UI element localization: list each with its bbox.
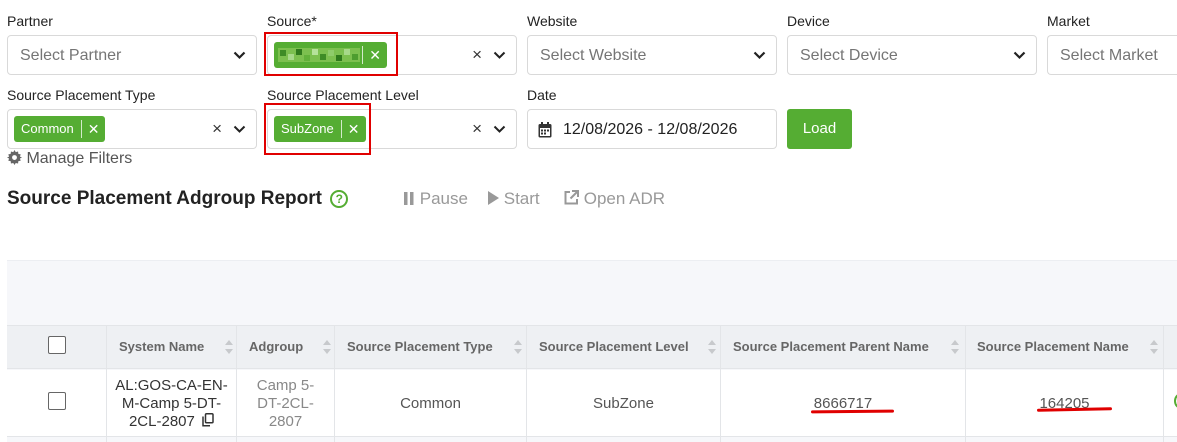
chevron-down-icon[interactable] — [493, 125, 506, 134]
cell-placement-level: SubZone — [593, 395, 654, 412]
cell-placement-type: Common — [400, 395, 461, 412]
load-button[interactable]: Load — [787, 109, 852, 149]
external-link-icon — [564, 190, 579, 205]
date-range-value: 12/08/2026 - 12/08/2026 — [563, 121, 738, 138]
start-button[interactable]: Start — [488, 189, 540, 209]
row-checkbox[interactable] — [48, 392, 66, 410]
start-label: Start — [503, 189, 540, 208]
adgroup-line: 2807 — [268, 413, 303, 430]
sort-icon[interactable] — [225, 340, 233, 354]
clear-icon[interactable]: × — [212, 120, 222, 138]
pause-icon — [404, 192, 414, 205]
help-icon[interactable]: ? — [330, 190, 349, 208]
sort-icon[interactable] — [708, 340, 716, 354]
sort-icon[interactable] — [951, 340, 959, 354]
device-select[interactable]: Select Device — [787, 35, 1037, 75]
tag-remove-icon[interactable]: ✕ — [80, 120, 106, 138]
placement-level-label: Source Placement Level — [267, 87, 419, 103]
adgroup-line: Camp 5- — [256, 377, 315, 394]
play-icon — [488, 191, 499, 205]
market-placeholder: Select Market — [1060, 47, 1158, 64]
system-name-line: M-Camp 5-DT- — [121, 395, 222, 412]
column-header-parent-name[interactable]: Source Placement Parent Name — [733, 325, 929, 369]
clear-icon[interactable]: × — [472, 46, 482, 64]
placement-type-tag-text: Common — [21, 121, 74, 136]
website-placeholder: Select Website — [540, 47, 647, 64]
chevron-down-icon[interactable] — [1013, 51, 1026, 60]
pause-button[interactable]: Pause — [404, 189, 468, 209]
report-title: Source Placement Adgroup Report ? — [7, 188, 349, 210]
column-header-placement-name[interactable]: Source Placement Name — [977, 325, 1129, 369]
sort-icon[interactable] — [514, 340, 522, 354]
sort-icon[interactable] — [1150, 340, 1158, 354]
source-highlight-box — [264, 32, 398, 76]
column-header-placement-type[interactable]: Source Placement Type — [347, 325, 493, 369]
cell-system-name: AL:GOS-CA-EN- M-Camp 5-DT- 2CL-2807 — [107, 377, 236, 431]
partner-select[interactable]: Select Partner — [7, 35, 257, 75]
system-name-line: 2CL-2807 — [107, 413, 236, 431]
website-select[interactable]: Select Website — [527, 35, 777, 75]
column-header-placement-level[interactable]: Source Placement Level — [539, 325, 689, 369]
open-adr-button[interactable]: Open ADR — [564, 189, 665, 209]
date-label: Date — [527, 87, 557, 103]
calendar-icon — [538, 122, 552, 138]
date-range-input[interactable]: 12/08/2026 - 12/08/2026 — [527, 109, 777, 149]
placement-type-tag: Common ✕ — [14, 116, 106, 142]
manage-filters-label: Manage Filters — [26, 150, 133, 167]
chevron-down-icon[interactable] — [753, 51, 766, 60]
copy-icon[interactable] — [202, 413, 214, 427]
clear-icon[interactable]: × — [472, 120, 482, 138]
chevron-down-icon[interactable] — [233, 51, 246, 60]
device-label: Device — [787, 13, 830, 29]
manage-filters-link[interactable]: Manage Filters — [7, 150, 132, 168]
partner-label: Partner — [7, 13, 53, 29]
column-header-system-name[interactable]: System Name — [119, 325, 204, 369]
source-label: Source* — [267, 13, 317, 29]
partner-placeholder: Select Partner — [20, 47, 122, 64]
gear-icon — [7, 150, 22, 165]
open-adr-label: Open ADR — [583, 189, 665, 208]
select-all-checkbox[interactable] — [48, 336, 66, 354]
report-title-text: Source Placement Adgroup Report — [7, 188, 322, 209]
chevron-down-icon[interactable] — [493, 51, 506, 60]
placement-level-highlight-box — [264, 103, 371, 155]
website-label: Website — [527, 13, 578, 29]
pause-label: Pause — [419, 189, 468, 208]
market-label: Market — [1047, 13, 1090, 29]
placement-type-select[interactable]: Common ✕ × — [7, 109, 257, 149]
system-name-line: AL:GOS-CA-EN- — [115, 377, 228, 394]
device-placeholder: Select Device — [800, 47, 898, 64]
sort-icon[interactable] — [323, 340, 331, 354]
column-header-adgroup[interactable]: Adgroup — [249, 325, 303, 369]
chevron-down-icon[interactable] — [233, 125, 246, 134]
market-select[interactable]: Select Market — [1047, 35, 1177, 75]
placement-type-label: Source Placement Type — [7, 87, 156, 103]
cell-adgroup[interactable]: Camp 5- DT-2CL- 2807 — [237, 377, 334, 431]
adgroup-line: DT-2CL- — [257, 395, 314, 412]
